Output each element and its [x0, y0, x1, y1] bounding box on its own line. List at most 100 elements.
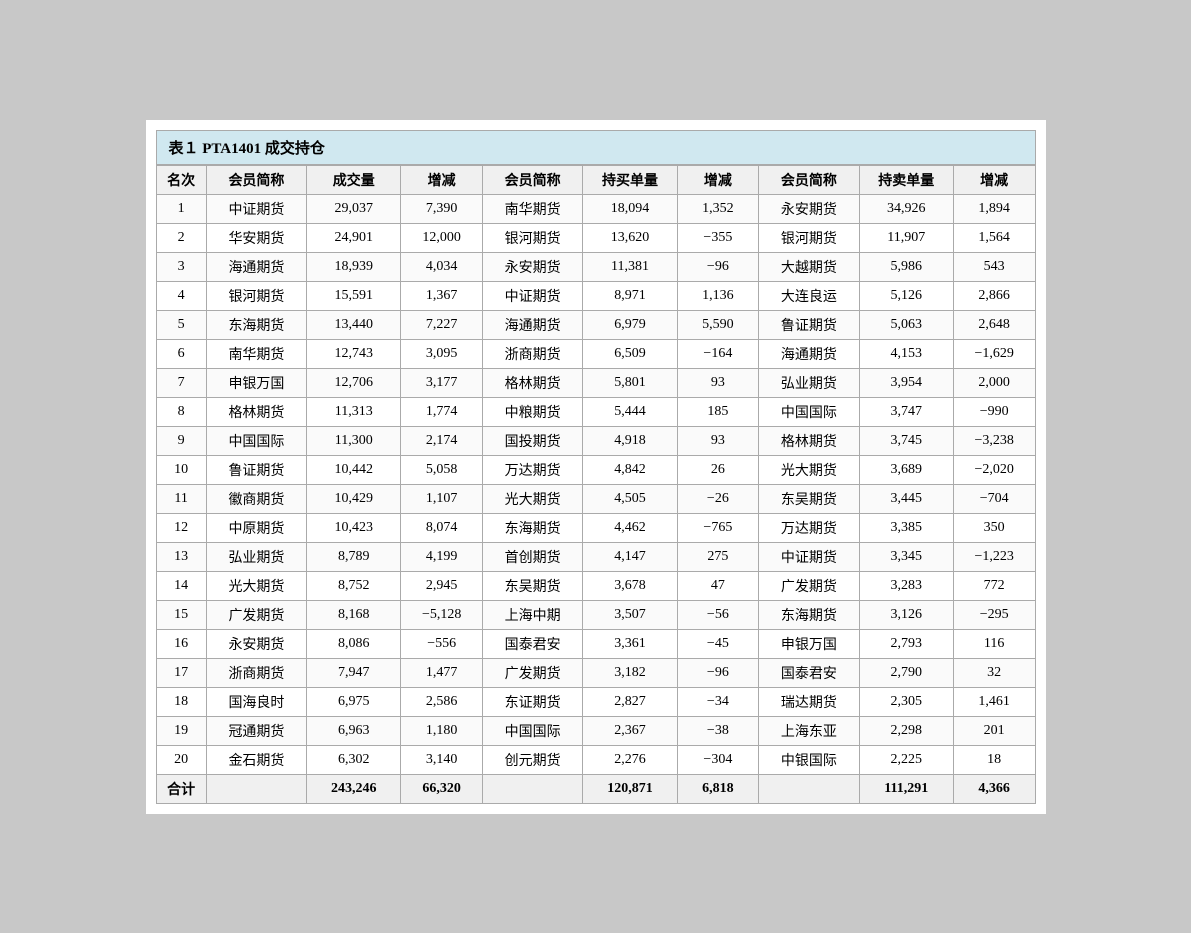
footer-sell-member2-empty [759, 774, 859, 803]
table-cell: 4,918 [583, 426, 677, 455]
table-cell: 32 [953, 658, 1035, 687]
table-cell: 上海东亚 [759, 716, 859, 745]
table-cell: 10 [156, 455, 206, 484]
table-cell: 14 [156, 571, 206, 600]
table-cell: −2,020 [953, 455, 1035, 484]
table-cell: 中银国际 [759, 745, 859, 774]
table-cell: 上海中期 [482, 600, 582, 629]
table-cell: 申银万国 [759, 629, 859, 658]
table-cell: 万达期货 [759, 513, 859, 542]
table-cell: 鲁证期货 [206, 455, 306, 484]
table-cell: 国泰君安 [759, 658, 859, 687]
table-cell: 3,095 [401, 339, 483, 368]
table-row: 14光大期货8,7522,945东吴期货3,67847广发期货3,283772 [156, 571, 1035, 600]
footer-buy-member-empty [482, 774, 582, 803]
table-cell: 中国国际 [206, 426, 306, 455]
table-cell: 3,445 [859, 484, 953, 513]
table-cell: 1,894 [953, 194, 1035, 223]
table-cell: 116 [953, 629, 1035, 658]
table-cell: 15 [156, 600, 206, 629]
table-cell: 弘业期货 [759, 368, 859, 397]
table-cell: 银河期货 [482, 223, 582, 252]
table-cell: 1,774 [401, 397, 483, 426]
table-cell: −38 [677, 716, 759, 745]
table-cell: 15,591 [307, 281, 401, 310]
table-cell: 3,689 [859, 455, 953, 484]
table-cell: 3,385 [859, 513, 953, 542]
table-cell: 4,034 [401, 252, 483, 281]
table-cell: 银河期货 [206, 281, 306, 310]
table-cell: 首创期货 [482, 542, 582, 571]
table-cell: −5,128 [401, 600, 483, 629]
table-row: 5东海期货13,4407,227海通期货6,9795,590鲁证期货5,0632… [156, 310, 1035, 339]
table-cell: 6 [156, 339, 206, 368]
table-cell: 2,174 [401, 426, 483, 455]
table-row: 8格林期货11,3131,774中粮期货5,444185中国国际3,747−99… [156, 397, 1035, 426]
table-cell: 永安期货 [206, 629, 306, 658]
table-cell: −295 [953, 600, 1035, 629]
table-cell: 鲁证期货 [759, 310, 859, 339]
table-cell: 海通期货 [206, 252, 306, 281]
table-cell: 2,000 [953, 368, 1035, 397]
table-cell: 9 [156, 426, 206, 455]
header-sell-member: 会员简称 [206, 165, 306, 194]
table-cell: 海通期货 [759, 339, 859, 368]
table-cell: 3,283 [859, 571, 953, 600]
table-cell: 东海期货 [206, 310, 306, 339]
table-cell: −556 [401, 629, 483, 658]
table-cell: 6,509 [583, 339, 677, 368]
table-cell: 4 [156, 281, 206, 310]
table-cell: 国投期货 [482, 426, 582, 455]
table-cell: 3,745 [859, 426, 953, 455]
main-container: 表１ PTA1401 成交持仓 名次 会员简称 成交量 增减 会员简称 持买单量… [146, 120, 1046, 814]
table-cell: 东证期货 [482, 687, 582, 716]
table-cell: 国泰君安 [482, 629, 582, 658]
table-cell: −355 [677, 223, 759, 252]
table-cell: 5,058 [401, 455, 483, 484]
table-cell: 浙商期货 [482, 339, 582, 368]
table-cell: 1,477 [401, 658, 483, 687]
table-cell: 2,298 [859, 716, 953, 745]
table-cell: 12,000 [401, 223, 483, 252]
header-buy-qty: 持买单量 [583, 165, 677, 194]
table-cell: 350 [953, 513, 1035, 542]
table-cell: 2,827 [583, 687, 677, 716]
table-row: 18国海良时6,9752,586东证期货2,827−34瑞达期货2,3051,4… [156, 687, 1035, 716]
table-cell: 国海良时 [206, 687, 306, 716]
table-cell: 10,423 [307, 513, 401, 542]
table-cell: −45 [677, 629, 759, 658]
footer-buy-chg: 6,818 [677, 774, 759, 803]
table-cell: 7,227 [401, 310, 483, 339]
table-cell: 5,801 [583, 368, 677, 397]
header-sell-chg: 增减 [953, 165, 1035, 194]
table-cell: 徽商期货 [206, 484, 306, 513]
table-cell: 11 [156, 484, 206, 513]
table-cell: 275 [677, 542, 759, 571]
table-cell: 7,390 [401, 194, 483, 223]
table-cell: 1,564 [953, 223, 1035, 252]
table-cell: 11,381 [583, 252, 677, 281]
header-volume: 成交量 [307, 165, 401, 194]
table-cell: 2,276 [583, 745, 677, 774]
table-row: 15广发期货8,168−5,128上海中期3,507−56东海期货3,126−2… [156, 600, 1035, 629]
table-cell: 24,901 [307, 223, 401, 252]
table-cell: 弘业期货 [206, 542, 306, 571]
table-cell: 中国国际 [482, 716, 582, 745]
table-cell: 7,947 [307, 658, 401, 687]
table-row: 9中国国际11,3002,174国投期货4,91893格林期货3,745−3,2… [156, 426, 1035, 455]
table-cell: 1,136 [677, 281, 759, 310]
table-cell: 3,182 [583, 658, 677, 687]
table-cell: 8,971 [583, 281, 677, 310]
table-row: 3海通期货18,9394,034永安期货11,381−96大越期货5,98654… [156, 252, 1035, 281]
table-cell: 5,986 [859, 252, 953, 281]
table-cell: 13 [156, 542, 206, 571]
table-cell: 广发期货 [759, 571, 859, 600]
table-cell: 申银万国 [206, 368, 306, 397]
table-cell: 6,963 [307, 716, 401, 745]
footer-sell-qty: 111,291 [859, 774, 953, 803]
table-cell: 5 [156, 310, 206, 339]
table-cell: 4,147 [583, 542, 677, 571]
table-cell: 浙商期货 [206, 658, 306, 687]
table-cell: 冠通期货 [206, 716, 306, 745]
table-cell: 永安期货 [482, 252, 582, 281]
